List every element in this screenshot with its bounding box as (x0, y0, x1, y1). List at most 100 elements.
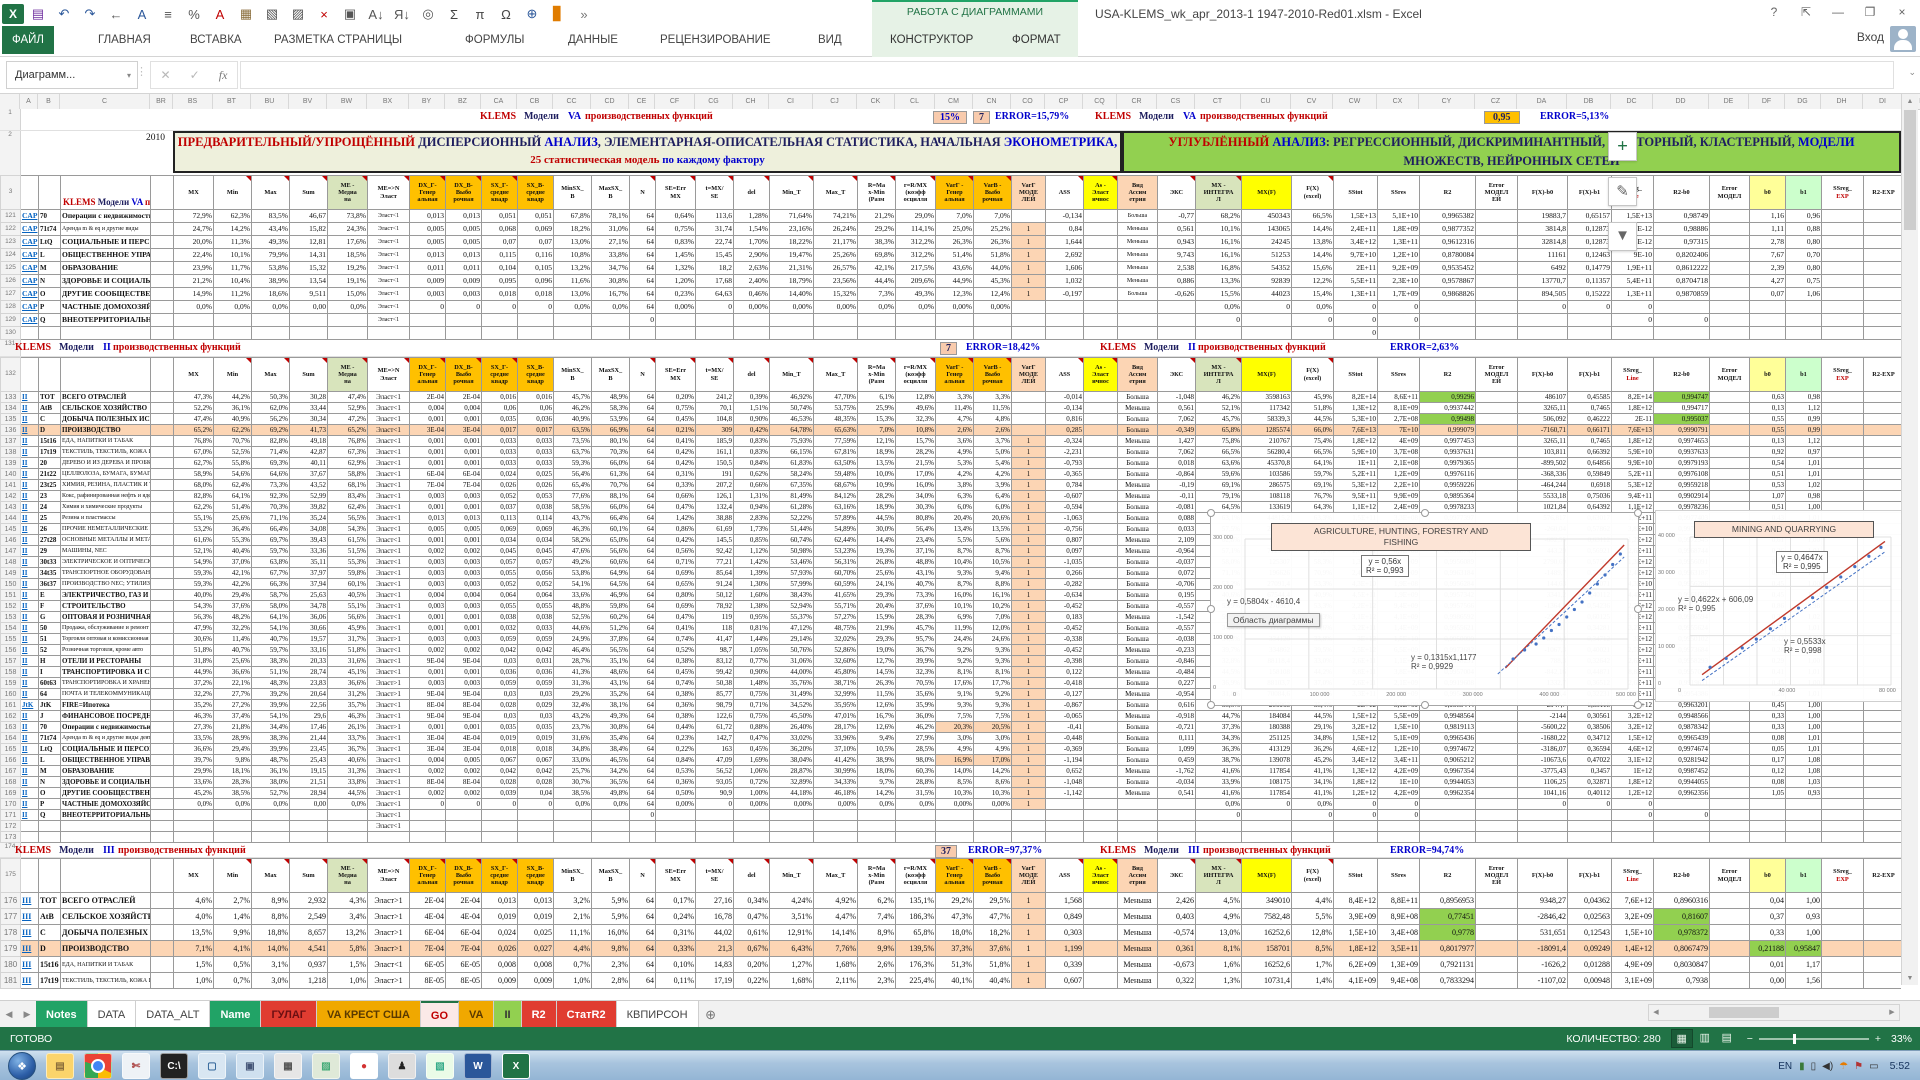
cell[interactable]: 70,5% (896, 678, 936, 689)
cell[interactable]: 0,61% (734, 925, 770, 941)
cell[interactable]: 59,7% (252, 645, 290, 656)
cell[interactable]: 11,9% (936, 623, 974, 634)
cell[interactable]: 0,059 (518, 678, 554, 689)
cell[interactable]: Эласт<1 (368, 458, 410, 469)
row-link[interactable]: JtK (21, 700, 39, 711)
cell[interactable]: 0,99498 (1420, 414, 1476, 425)
insert-function-icon[interactable]: fx (219, 68, 228, 83)
cell[interactable]: 4,92% (814, 893, 858, 909)
cell[interactable]: 0,9974672 (1420, 744, 1476, 755)
cell[interactable]: Эласт<1 (368, 590, 410, 601)
cell[interactable]: 0 (1654, 314, 1710, 327)
cell[interactable]: 58,3% (592, 403, 630, 414)
cell[interactable]: 36,20% (770, 744, 814, 755)
cell[interactable]: 0,67% (734, 941, 770, 957)
cell[interactable]: 2E-11 (1612, 414, 1654, 425)
cell[interactable]: Меньша (1118, 909, 1158, 925)
row-link[interactable]: III (21, 973, 39, 989)
cell[interactable]: 44,18% (770, 788, 814, 799)
cell[interactable] (1822, 722, 1864, 733)
cell[interactable]: 13,3% (1196, 275, 1242, 288)
cell[interactable]: 77,6% (554, 491, 592, 502)
cell[interactable]: 0,00% (974, 799, 1012, 810)
cell[interactable]: 143065 (1242, 223, 1292, 236)
cell[interactable]: 0,008 (482, 957, 518, 973)
cell[interactable] (174, 314, 214, 327)
cell[interactable] (1476, 733, 1518, 744)
cell[interactable]: 0,42% (656, 458, 696, 469)
cell[interactable]: 66,4% (252, 524, 290, 535)
cell[interactable] (1046, 810, 1084, 821)
cell[interactable] (1822, 414, 1864, 425)
cell[interactable]: 1 (1012, 458, 1046, 469)
cell[interactable]: 1,44% (734, 634, 770, 645)
cell[interactable]: 0,03 (482, 711, 518, 722)
cell[interactable] (814, 327, 858, 340)
cell[interactable]: 309 (696, 425, 734, 436)
cell[interactable]: 3,0% (974, 733, 1012, 744)
cell[interactable]: 1,9E+11 (1612, 262, 1654, 275)
cell[interactable]: 1 (1012, 678, 1046, 689)
cell[interactable]: 8,8% (974, 579, 1012, 590)
cell[interactable]: 31,06% (770, 656, 814, 667)
cell[interactable]: 0,064 (482, 590, 518, 601)
cell[interactable]: 24,9% (554, 634, 592, 645)
column-header-cell[interactable]: R2 (1420, 176, 1476, 210)
cell[interactable]: 0,033 (1158, 524, 1196, 535)
cell[interactable]: 0,051 (482, 210, 518, 223)
cell[interactable]: 3,1E+12 (1612, 755, 1654, 766)
cell[interactable]: 0,028 (518, 777, 554, 788)
cell[interactable]: -0,081 (1158, 502, 1196, 513)
cell[interactable]: 7,0% (858, 425, 896, 436)
row-label[interactable]: ЕДА, НАПИТКИ И ТАБАК (61, 436, 151, 447)
cell[interactable]: 24245 (1242, 236, 1292, 249)
cell[interactable]: 44,9% (174, 667, 214, 678)
cell[interactable]: 0,66392 (1568, 447, 1612, 458)
cell[interactable]: 4,9% (1196, 909, 1242, 925)
cell[interactable]: 1,68% (770, 973, 814, 989)
cell[interactable]: 0,994717 (1654, 403, 1710, 414)
cell[interactable]: -899,502 (1518, 458, 1568, 469)
cell[interactable]: 1,0% (328, 973, 368, 989)
new-sheet-button[interactable]: ⊕ (699, 1001, 723, 1028)
cell[interactable]: 1,00 (1786, 925, 1822, 941)
cell[interactable]: 60,1% (328, 579, 368, 590)
cell[interactable]: 1 (1012, 656, 1046, 667)
cell[interactable]: 3,6% (936, 436, 974, 447)
cell[interactable]: 13,54 (290, 275, 328, 288)
cell[interactable] (1046, 821, 1084, 832)
cell[interactable]: 1,51% (734, 403, 770, 414)
cell[interactable] (1476, 236, 1518, 249)
cell[interactable]: 43,1% (896, 568, 936, 579)
cell[interactable] (518, 314, 554, 327)
column-header-cell[interactable]: ME=>N Эласт (368, 358, 410, 392)
cell[interactable] (1420, 810, 1476, 821)
cell[interactable] (252, 314, 290, 327)
cell[interactable] (1084, 689, 1118, 700)
cell[interactable]: 0 (1196, 810, 1242, 821)
cell[interactable] (1476, 458, 1518, 469)
cell[interactable]: 43,2% (554, 711, 592, 722)
cell[interactable] (1710, 957, 1750, 973)
align-icon[interactable]: ≡ (156, 3, 180, 25)
cell[interactable]: 0,018 (518, 288, 554, 301)
cell[interactable] (1568, 821, 1612, 832)
cell[interactable]: 54352 (1242, 262, 1292, 275)
cell[interactable]: 9,9% (858, 941, 896, 957)
cell[interactable]: 5,4E+11 (1612, 275, 1654, 288)
column-header-cell[interactable]: Max_T (814, 358, 858, 392)
cell[interactable] (1084, 957, 1118, 973)
column-header-cell[interactable]: MaxSX_ В (592, 176, 630, 210)
cell[interactable]: -0,014 (1046, 392, 1084, 403)
cell[interactable]: 32,4% (554, 700, 592, 711)
cell[interactable]: 0,8612222 (1654, 262, 1710, 275)
cell[interactable]: 2,3% (858, 973, 896, 989)
cell[interactable]: Больша (1118, 777, 1158, 788)
cell[interactable]: 0,018 (1158, 458, 1196, 469)
row-link[interactable]: II (21, 425, 39, 436)
cell[interactable]: 17,0% (974, 755, 1012, 766)
cell[interactable]: 0,9962356 (1654, 788, 1710, 799)
cell[interactable]: 48,3% (252, 678, 290, 689)
cell[interactable]: 38,43% (770, 590, 814, 601)
cell[interactable] (1822, 236, 1864, 249)
